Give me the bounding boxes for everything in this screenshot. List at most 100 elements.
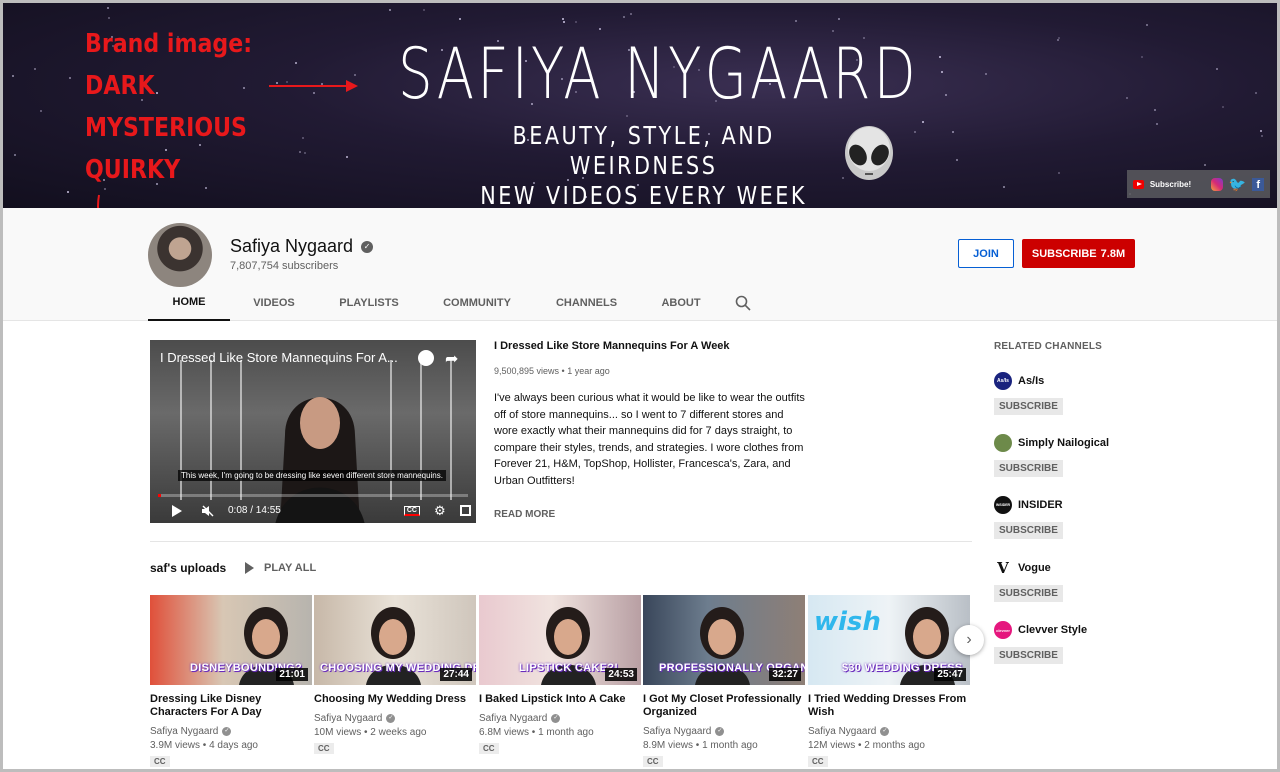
banner-star: [574, 21, 577, 24]
banner-star: [939, 56, 942, 59]
mute-icon[interactable]: [202, 505, 214, 517]
play-all-button[interactable]: PLAY ALL: [245, 562, 316, 574]
related-channel-link[interactable]: Simply Nailogical: [994, 434, 1194, 452]
instagram-icon[interactable]: [1211, 177, 1223, 191]
banner-star: [108, 16, 111, 19]
subscribe-button[interactable]: SUBSCRIBE 7.8M: [1022, 239, 1135, 268]
play-icon[interactable]: [172, 504, 182, 517]
nailogical-logo-icon: [994, 434, 1012, 452]
banner-star: [1125, 97, 1128, 100]
settings-gear-icon[interactable]: ⚙: [434, 503, 446, 519]
tab-videos[interactable]: VIDEOS: [230, 284, 318, 321]
join-button[interactable]: JOIN: [958, 239, 1014, 268]
annotation-brand-image: Brand image:: [85, 29, 253, 59]
play-all-icon: [245, 562, 254, 574]
video-card[interactable]: CHOOSING MY WEDDING DR 27:44 Choosing My…: [314, 595, 476, 756]
banner-star: [1254, 92, 1257, 95]
fullscreen-icon[interactable]: [459, 505, 471, 516]
related-subscribe-button[interactable]: SUBSCRIBE: [994, 460, 1063, 477]
featured-video-player[interactable]: I Dressed Like Store Mannequins For A...…: [150, 340, 476, 523]
channel-avatar[interactable]: [148, 223, 212, 287]
banner-star: [106, 7, 109, 10]
tab-home[interactable]: HOME: [148, 284, 230, 321]
video-card[interactable]: LIPSTICK CAKE?! 24:53 I Baked Lipstick I…: [479, 595, 641, 756]
video-channel-name: Safiya Nygaard: [808, 726, 877, 737]
facebook-icon[interactable]: f: [1252, 177, 1264, 191]
captions-button[interactable]: CC: [403, 505, 420, 516]
banner-star: [11, 74, 14, 77]
tab-about[interactable]: ABOUT: [639, 284, 723, 321]
share-icon[interactable]: ➦: [445, 349, 458, 369]
page-frame: SAFIYA NYGAARD BEAUTY, STYLE, AND WEIRDN…: [0, 0, 1280, 772]
chevron-right-icon[interactable]: ›: [954, 625, 984, 655]
related-channel-link[interactable]: INSIDER INSIDER: [994, 496, 1194, 514]
video-title[interactable]: I Got My Closet Professionally Organized: [643, 693, 805, 719]
player-progress-bar[interactable]: [158, 494, 468, 497]
banner-subscribe-link[interactable]: Subscribe!: [1150, 180, 1191, 189]
related-subscribe-button[interactable]: SUBSCRIBE: [994, 398, 1063, 415]
banner-star: [205, 187, 208, 190]
related-subscribe-button[interactable]: SUBSCRIBE: [994, 522, 1063, 539]
banner-star: [301, 137, 304, 140]
cc-badge: CC: [808, 756, 828, 767]
video-thumbnail[interactable]: LIPSTICK CAKE?! 24:53: [479, 595, 641, 685]
player-title[interactable]: I Dressed Like Store Mannequins For A...: [160, 350, 398, 365]
tab-channels[interactable]: CHANNELS: [534, 284, 639, 321]
video-meta: 8.9M views • 1 month ago: [643, 740, 758, 751]
banner-star: [952, 131, 955, 134]
twitter-icon[interactable]: 🐦: [1229, 177, 1246, 191]
related-channels-heading: RELATED CHANNELS: [994, 341, 1103, 352]
video-channel[interactable]: Safiya Nygaard ✓: [643, 726, 805, 737]
banner-star: [941, 70, 944, 73]
video-thumbnail[interactable]: CHOOSING MY WEDDING DR 27:44: [314, 595, 476, 685]
asis-logo-icon: As/Is: [994, 372, 1012, 390]
watch-later-icon[interactable]: [418, 350, 434, 366]
banner-star: [1058, 171, 1061, 174]
video-thumbnail[interactable]: PROFESSIONALLY ORGANI 32:27: [643, 595, 805, 685]
search-icon[interactable]: [735, 295, 751, 311]
video-title[interactable]: I Tried Wedding Dresses From Wish: [808, 693, 970, 719]
video-card[interactable]: wish $30 WEDDING DRESS 25:47 I Tried Wed…: [808, 595, 970, 769]
annotation-dark: DARK: [85, 71, 155, 101]
banner-star: [13, 154, 16, 157]
banner-star: [1155, 122, 1158, 125]
uploads-heading[interactable]: saf's uploads: [150, 561, 226, 575]
video-channel[interactable]: Safiya Nygaard ✓: [150, 726, 312, 737]
video-channel[interactable]: Safiya Nygaard ✓: [808, 726, 970, 737]
banner-star: [1260, 130, 1263, 133]
tab-community[interactable]: COMMUNITY: [420, 284, 534, 321]
featured-video-title[interactable]: I Dressed Like Store Mannequins For A We…: [494, 340, 730, 352]
video-title[interactable]: Dressing Like Disney Characters For A Da…: [150, 693, 312, 719]
subscribe-button-label: SUBSCRIBE: [1031, 247, 1097, 260]
video-card[interactable]: PROFESSIONALLY ORGANI 32:27 I Got My Clo…: [643, 595, 805, 769]
video-thumbnail[interactable]: wish $30 WEDDING DRESS 25:47: [808, 595, 970, 685]
video-title[interactable]: Choosing My Wedding Dress: [314, 693, 476, 706]
video-channel[interactable]: Safiya Nygaard ✓: [314, 713, 476, 724]
video-channel[interactable]: Safiya Nygaard ✓: [479, 713, 641, 724]
related-channel-link[interactable]: V Vogue: [994, 559, 1194, 577]
youtube-icon[interactable]: [1133, 179, 1144, 189]
verified-icon: ✓: [386, 714, 396, 723]
banner-star: [837, 18, 840, 21]
banner-star: [156, 91, 159, 94]
verified-icon: ✓: [361, 240, 374, 253]
read-more-link[interactable]: READ MORE: [494, 509, 555, 520]
banner-star: [984, 73, 987, 76]
banner-star: [276, 81, 279, 84]
related-subscribe-button[interactable]: SUBSCRIBE: [994, 647, 1063, 664]
video-card[interactable]: DISNEYBOUNDING? 21:01 Dressing Like Disn…: [150, 595, 312, 769]
video-channel-name: Safiya Nygaard: [150, 726, 219, 737]
related-subscribe-button[interactable]: SUBSCRIBE: [994, 585, 1063, 602]
video-thumbnail[interactable]: DISNEYBOUNDING? 21:01: [150, 595, 312, 685]
verified-icon: ✓: [222, 727, 232, 736]
banner-tagline-line1: BEAUTY, STYLE, AND WEIRDNESS: [512, 121, 775, 180]
tab-playlists[interactable]: PLAYLISTS: [318, 284, 420, 321]
related-channel-link[interactable]: As/Is As/Is: [994, 372, 1194, 390]
related-channel-link[interactable]: clevver Clevver Style: [994, 621, 1194, 639]
video-title[interactable]: I Baked Lipstick Into A Cake: [479, 693, 641, 706]
banner-star: [625, 115, 628, 118]
channel-name-row: Safiya Nygaard ✓: [230, 236, 374, 257]
related-channel-name: Simply Nailogical: [1018, 437, 1110, 449]
related-channel-name: INSIDER: [1018, 499, 1063, 511]
banner-star: [164, 148, 167, 151]
